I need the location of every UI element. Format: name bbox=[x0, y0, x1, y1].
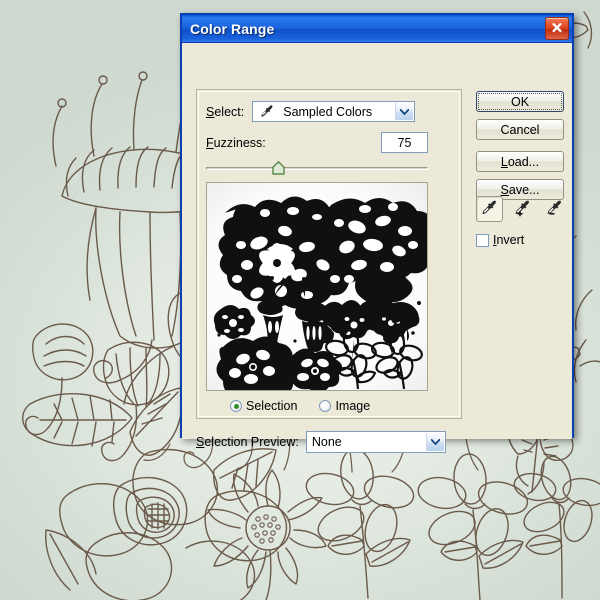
load-button-label: Load... bbox=[500, 154, 540, 169]
close-icon bbox=[552, 23, 562, 33]
select-dropdown[interactable]: Sampled Colors bbox=[252, 101, 416, 122]
screenshot-root: Color Range Select: Sampled Colors Fuzzi… bbox=[0, 0, 600, 600]
selection-mask-preview[interactable] bbox=[206, 182, 428, 391]
eyedropper-tool-group bbox=[476, 196, 567, 222]
dialog-body: Select: Sampled Colors Fuzziness: 75 Sel… bbox=[182, 43, 572, 453]
fuzziness-label: Fuzziness: bbox=[206, 135, 266, 150]
radio-image-dot bbox=[319, 400, 332, 412]
select-row: Select: Sampled Colors bbox=[206, 101, 416, 122]
fuzziness-row: Fuzziness: 75 bbox=[206, 132, 428, 153]
radio-selection[interactable]: Selection bbox=[230, 399, 297, 413]
selection-preview-row: Selection Preview: None bbox=[196, 431, 446, 453]
eyedropper-add-icon bbox=[515, 200, 530, 217]
selection-preview-label: Selection Preview: bbox=[196, 435, 299, 449]
eyedropper-tool[interactable] bbox=[476, 196, 503, 222]
radio-selection-label: Selection bbox=[246, 399, 298, 413]
preview-mode-radios: Selection Image bbox=[230, 399, 370, 413]
invert-checkbox-row[interactable]: Invert bbox=[476, 233, 524, 247]
slider-thumb-icon bbox=[272, 161, 285, 175]
ok-button[interactable]: OK bbox=[476, 91, 564, 112]
color-range-dialog[interactable]: Color Range Select: Sampled Colors Fuzzi… bbox=[180, 13, 574, 453]
close-button[interactable] bbox=[545, 17, 569, 40]
eyedropper-add-tool[interactable] bbox=[510, 197, 535, 221]
selection-preview-dropdown-arrow[interactable] bbox=[425, 433, 444, 451]
chevron-down-icon bbox=[400, 108, 410, 115]
eyedropper-icon bbox=[261, 104, 273, 117]
cancel-button[interactable]: Cancel bbox=[476, 119, 564, 140]
invert-label: Invert bbox=[493, 233, 525, 247]
eyedropper-subtract-tool[interactable] bbox=[542, 197, 567, 221]
eyedropper-subtract-icon bbox=[547, 200, 562, 215]
selection-preview-dropdown[interactable]: None bbox=[305, 431, 446, 453]
fuzziness-value: 75 bbox=[397, 135, 412, 150]
radio-image-label: Image bbox=[335, 399, 371, 413]
select-label: Select: bbox=[206, 104, 245, 119]
invert-checkbox[interactable] bbox=[476, 233, 489, 247]
selection-preview-value: None bbox=[311, 435, 342, 449]
dialog-titlebar[interactable]: Color Range bbox=[182, 15, 572, 43]
fuzziness-slider-track bbox=[206, 167, 428, 170]
dialog-title: Color Range bbox=[190, 20, 275, 37]
dialog-button-column: OK Cancel Load... Save... bbox=[476, 91, 564, 207]
chevron-down-icon bbox=[430, 439, 440, 445]
fuzziness-slider-thumb[interactable] bbox=[272, 161, 285, 180]
select-dropdown-arrow[interactable] bbox=[395, 103, 414, 120]
load-button[interactable]: Load... bbox=[476, 151, 564, 172]
fuzziness-input[interactable]: 75 bbox=[381, 132, 428, 153]
preview-mask-image bbox=[207, 183, 427, 390]
radio-selection-dot bbox=[230, 400, 242, 412]
radio-image[interactable]: Image bbox=[319, 399, 370, 413]
eyedropper-icon bbox=[482, 200, 497, 215]
select-value: Sampled Colors bbox=[283, 104, 373, 119]
save-button-label: Save... bbox=[500, 182, 540, 197]
fuzziness-slider[interactable] bbox=[206, 161, 428, 175]
